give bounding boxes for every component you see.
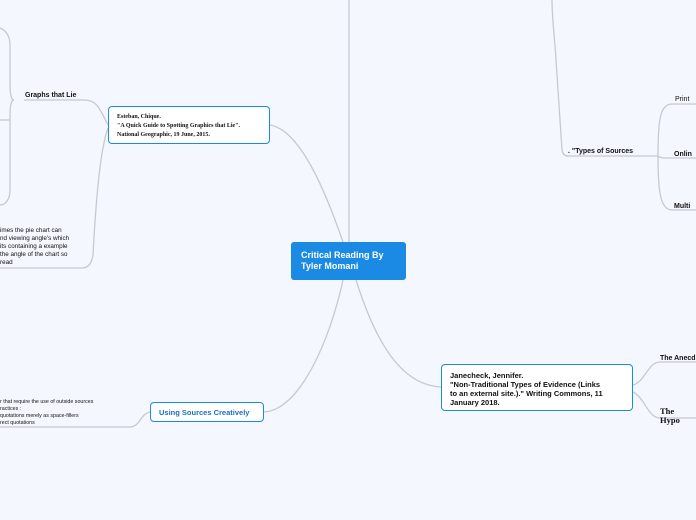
topic-types-of-sources[interactable]: . "Types of Sources bbox=[568, 147, 633, 156]
connector-central-to-citation-left bbox=[269, 124, 344, 243]
connector-central-to-using-sources bbox=[263, 279, 344, 413]
connector-citation-right-to-anecdote bbox=[632, 361, 696, 386]
subtopic-multimedia[interactable]: Multi bbox=[674, 202, 690, 211]
mind-map-canvas: Critical Reading By Tyler Momani Esteban… bbox=[0, 0, 696, 520]
using-sources-note[interactable]: r that require the use of outside source… bbox=[0, 399, 130, 427]
subtopic-anecdote[interactable]: The Anecd bbox=[660, 354, 696, 363]
connector-graphs-to-left-edge-2 bbox=[0, 99, 15, 121]
topic-using-sources-creatively[interactable]: Using Sources Creatively bbox=[150, 402, 264, 422]
subtopic-print[interactable]: Print bbox=[675, 95, 689, 104]
citation-node-esteban[interactable]: Esteban, Chique. "A Quick Guide to Spott… bbox=[108, 106, 270, 144]
pie-chart-note[interactable]: imes the pie chart can nd viewing angle'… bbox=[0, 227, 92, 267]
subtopic-online[interactable]: Onlin bbox=[674, 150, 692, 159]
connector-types-to-print bbox=[657, 103, 696, 157]
central-topic[interactable]: Critical Reading By Tyler Momani bbox=[291, 242, 406, 280]
topic-graphs-that-lie[interactable]: Graphs that Lie bbox=[25, 91, 76, 100]
citation-node-janecheck[interactable]: Janecheck, Jennifer. "Non-Traditional Ty… bbox=[441, 364, 633, 411]
connector-central-to-citation-right bbox=[355, 279, 442, 388]
connector-graphs-to-lower-left bbox=[0, 120, 11, 206]
subtopic-hypothetical[interactable]: The Hypo bbox=[660, 407, 696, 425]
connector-top-right-to-types bbox=[551, 0, 569, 157]
connector-citation-left-to-graphs bbox=[24, 99, 109, 126]
connector-graphs-to-left-edge bbox=[0, 27, 15, 101]
